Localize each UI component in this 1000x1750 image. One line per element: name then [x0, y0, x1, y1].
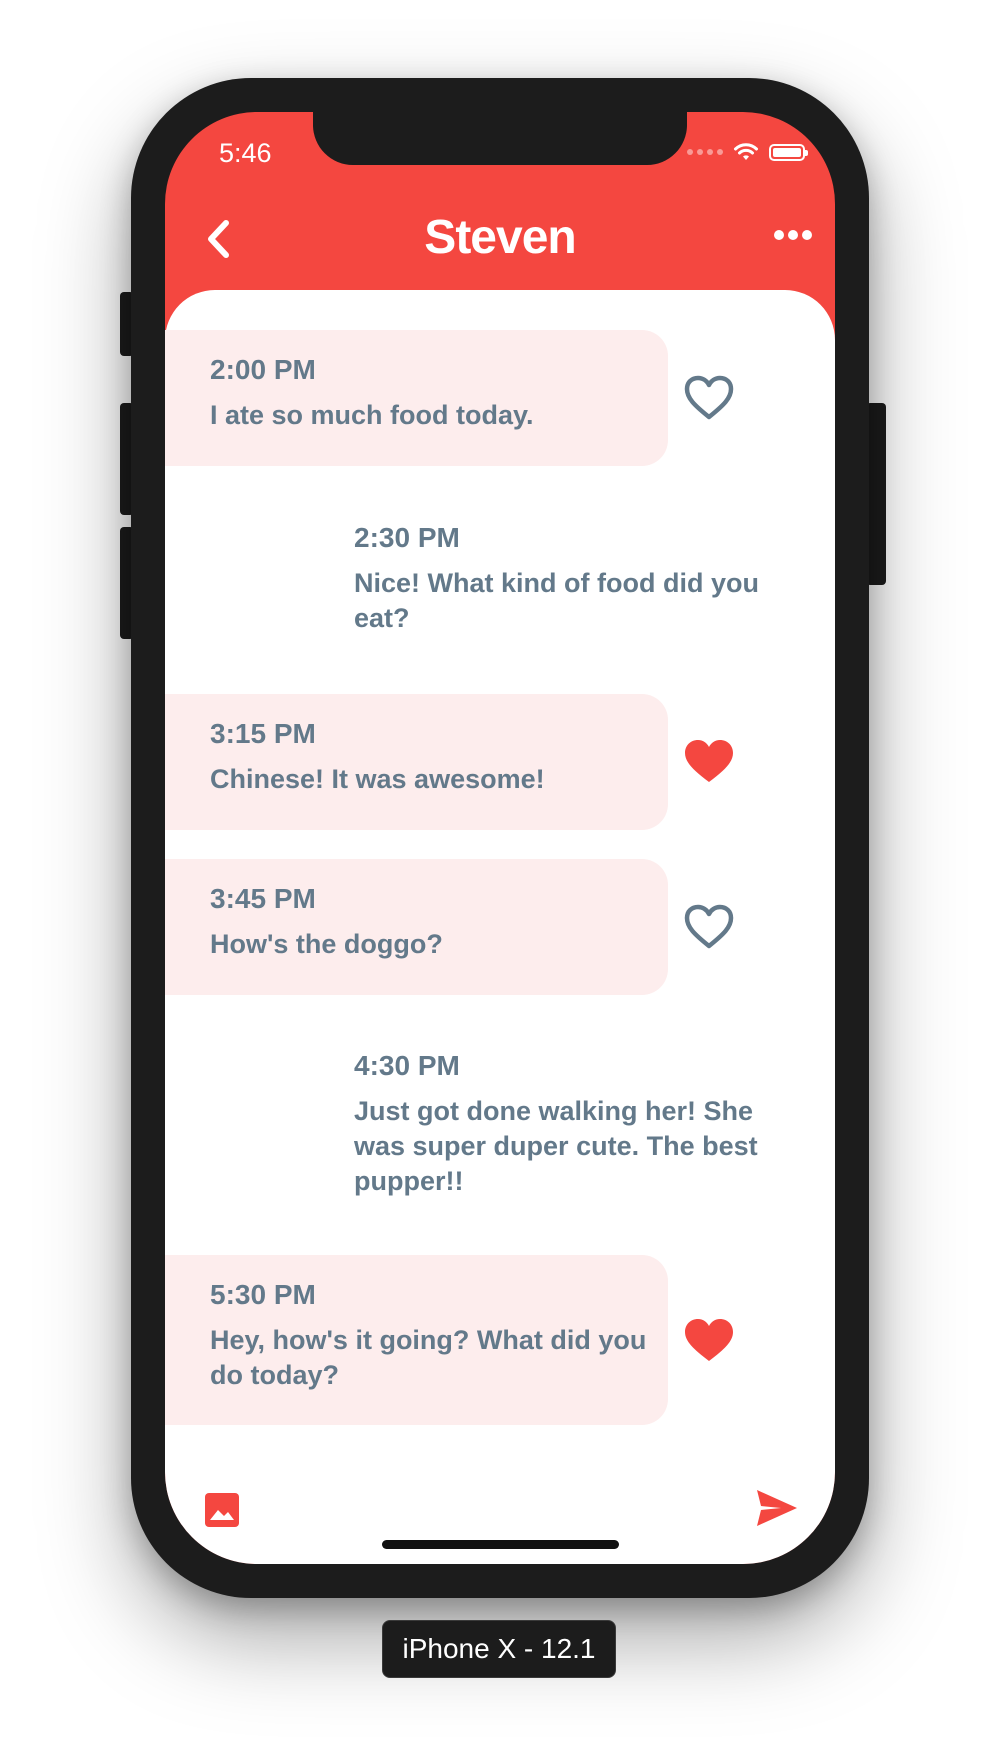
- notch: [313, 112, 687, 165]
- message-time: 3:15 PM: [210, 718, 316, 749]
- device-label: iPhone X - 12.1: [382, 1620, 616, 1678]
- message-text: Chinese! It was awesome!: [210, 764, 545, 794]
- send-icon[interactable]: [755, 1488, 799, 1528]
- message-time: 2:30 PM: [354, 522, 460, 553]
- app-screen: 5:46 Steven 2:00 PM I ate so much food t…: [165, 112, 835, 1564]
- message-time: 3:45 PM: [210, 883, 316, 914]
- message-time: 5:30 PM: [210, 1279, 316, 1310]
- message-text: Hey, how's it going? What did you do tod…: [210, 1325, 647, 1390]
- heart-outline-icon[interactable]: [684, 375, 734, 421]
- message-text: Just got done walking her! She was super…: [354, 1096, 758, 1196]
- power-button: [866, 403, 886, 585]
- home-indicator[interactable]: [382, 1540, 619, 1549]
- message-bubble-incoming[interactable]: 3:15 PM Chinese! It was awesome!: [165, 694, 668, 830]
- page-title: Steven: [424, 211, 576, 264]
- message-text: How's the doggo?: [210, 929, 443, 959]
- message-outgoing[interactable]: 4:30 PM Just got done walking her! She w…: [354, 1050, 804, 1199]
- message-bubble-incoming[interactable]: 5:30 PM Hey, how's it going? What did yo…: [165, 1255, 668, 1425]
- wifi-icon: [734, 143, 758, 160]
- message-bubble-incoming[interactable]: 3:45 PM How's the doggo?: [165, 859, 668, 995]
- message-outgoing[interactable]: 2:30 PM Nice! What kind of food did you …: [354, 522, 804, 636]
- status-time: 5:46: [219, 138, 272, 168]
- message-time: 4:30 PM: [354, 1050, 460, 1081]
- message-text: I ate so much food today.: [210, 400, 534, 430]
- message-bubble-incoming[interactable]: 2:00 PM I ate so much food today.: [165, 330, 668, 466]
- image-icon[interactable]: [205, 1493, 239, 1527]
- heart-filled-icon[interactable]: [684, 739, 734, 785]
- heart-filled-icon[interactable]: [684, 1318, 734, 1364]
- message-time: 2:00 PM: [210, 354, 316, 385]
- signal-icon: [687, 149, 723, 155]
- battery-icon: [769, 143, 808, 161]
- heart-outline-icon[interactable]: [684, 904, 734, 950]
- status-indicators: [687, 142, 808, 162]
- message-text: Nice! What kind of food did you eat?: [354, 568, 759, 633]
- more-horizontal-icon[interactable]: [773, 228, 813, 242]
